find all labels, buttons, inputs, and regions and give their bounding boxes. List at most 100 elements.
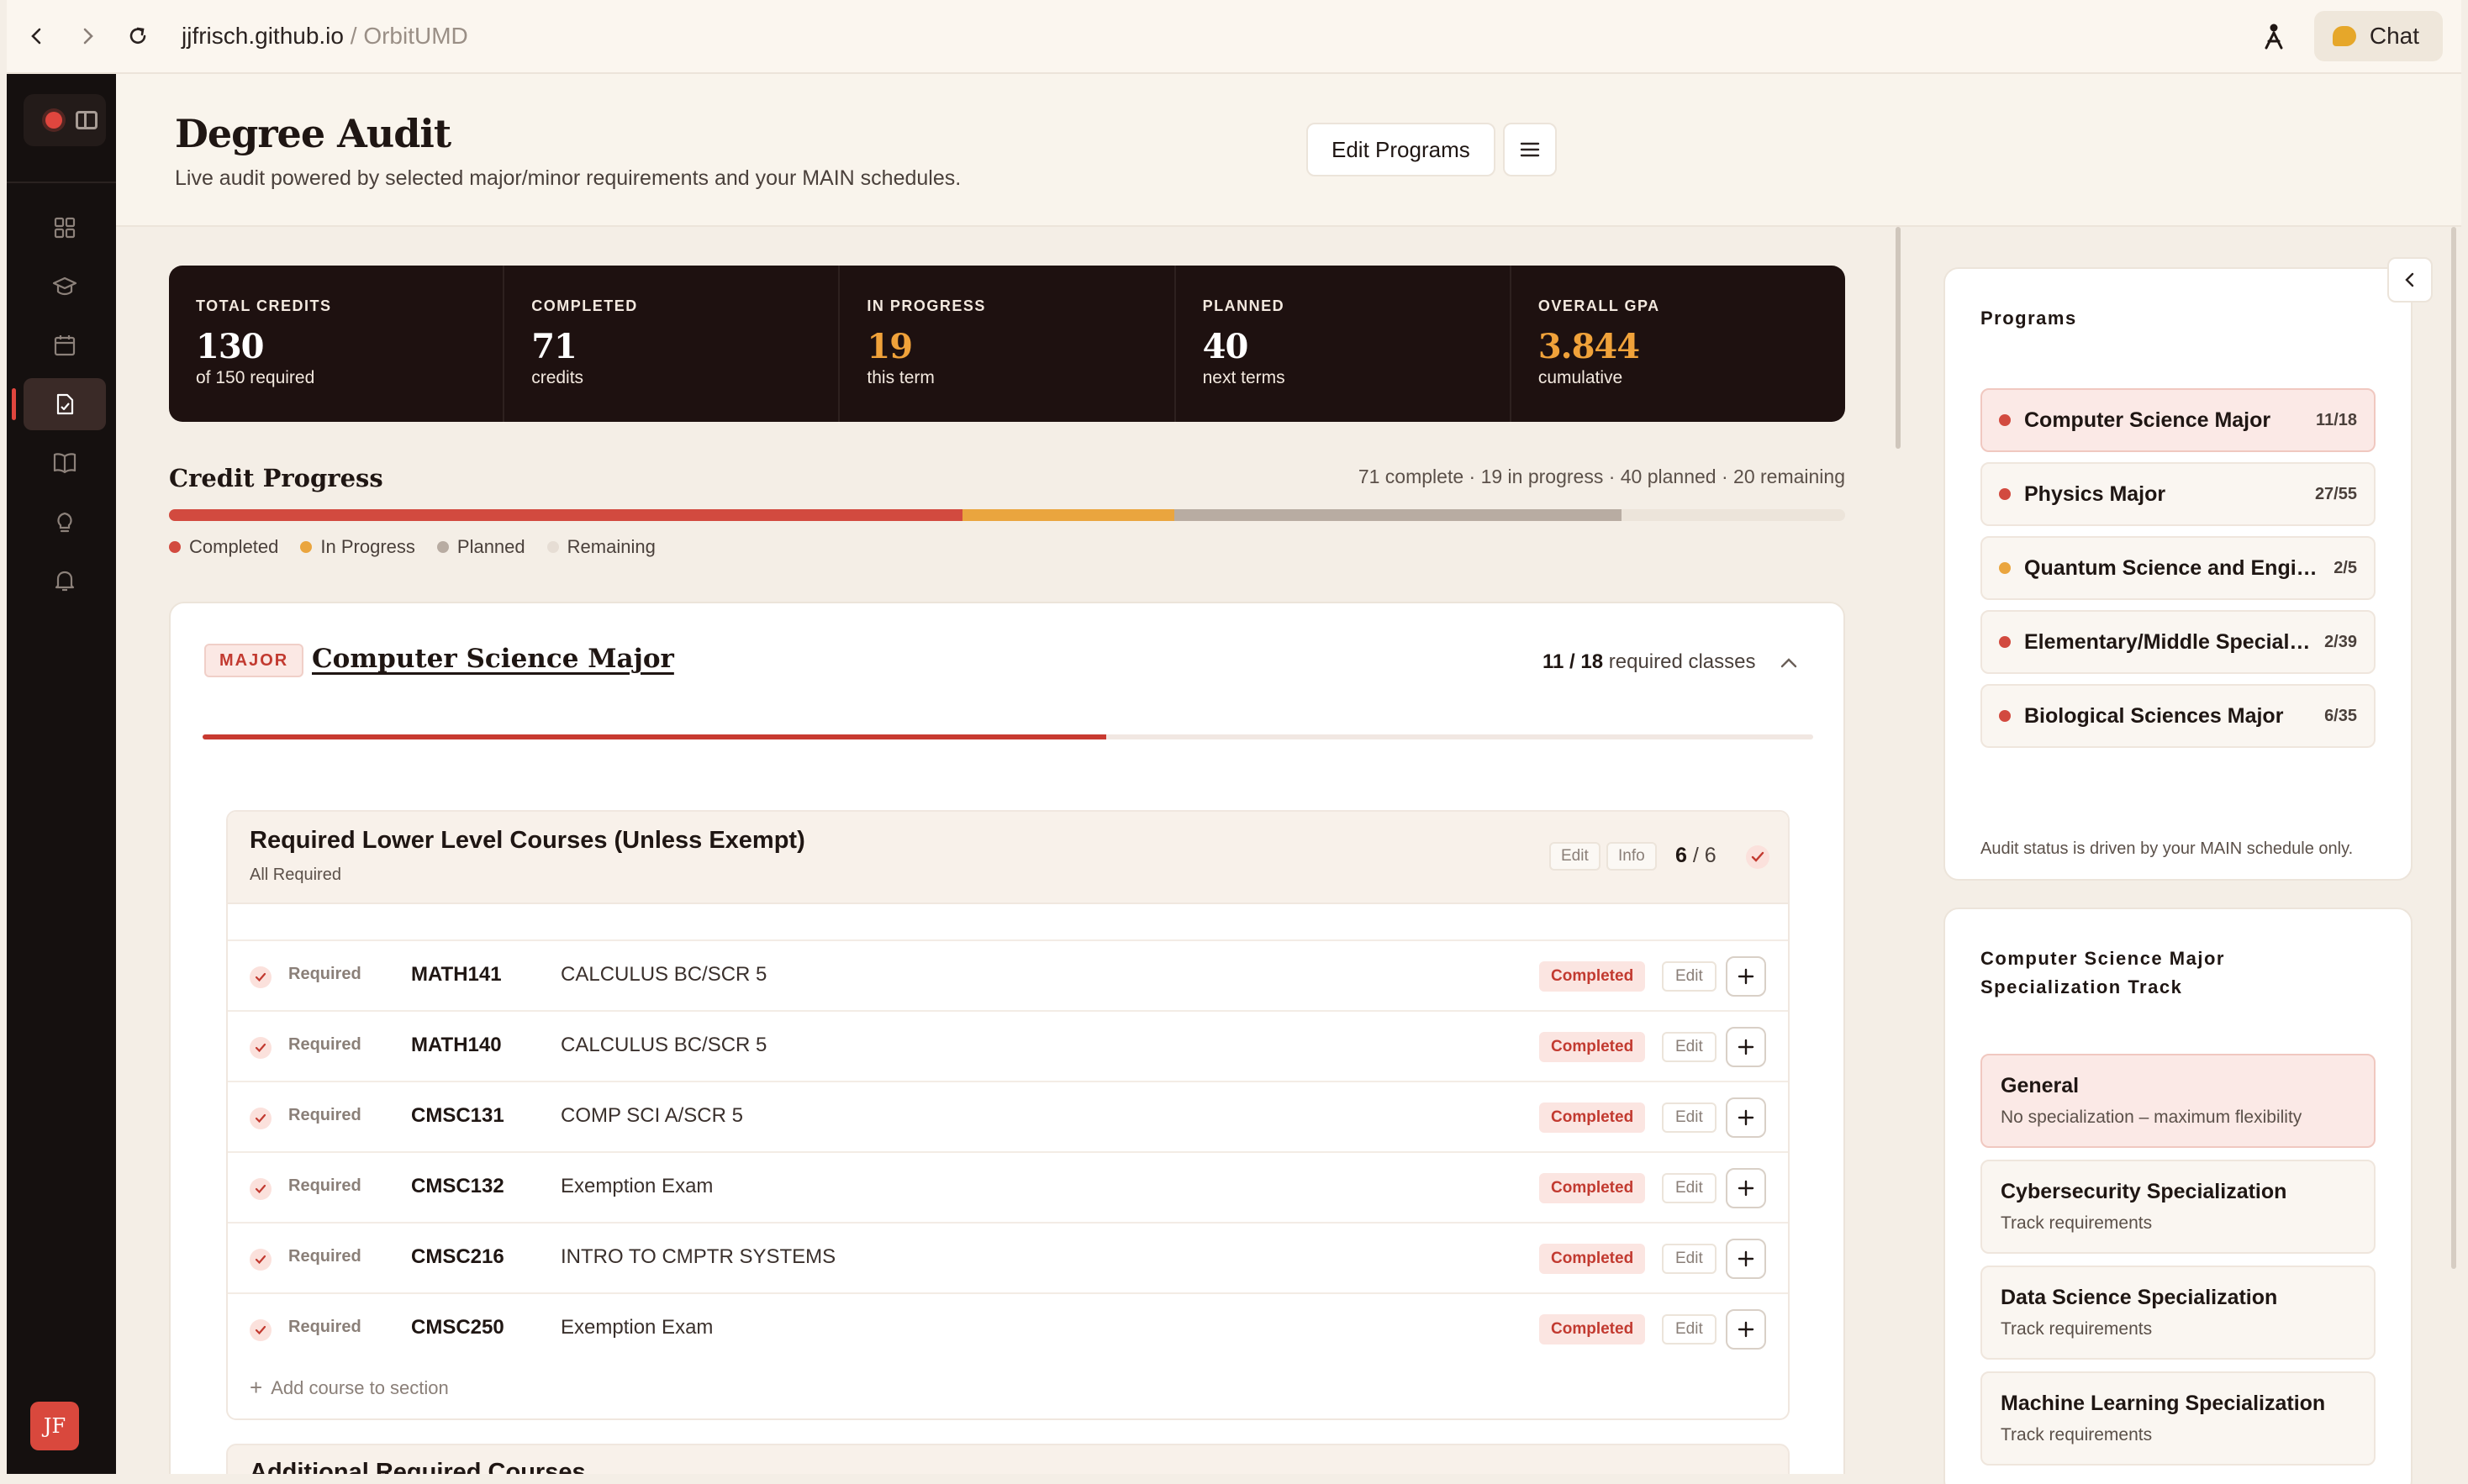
chevron-left-icon [2405, 272, 2414, 287]
stat-value: 71 [531, 327, 577, 366]
legend-label: Completed [189, 536, 279, 557]
sidebar-item-dashboard[interactable] [24, 202, 106, 254]
stat-total-credits: TOTAL CREDITS 130 of 150 required [169, 266, 505, 422]
add-course-button[interactable]: + Add course to section [250, 1375, 449, 1401]
app-logo-icon [45, 112, 62, 129]
stat-value: 3.844 [1537, 327, 1640, 366]
chevron-up-icon [1780, 658, 1797, 668]
status-badge: Completed [1539, 1314, 1646, 1345]
program-item[interactable]: Elementary/Middle Special Education 2/39 [1980, 610, 2376, 674]
course-edit-button[interactable]: Edit [1662, 1102, 1717, 1133]
requirement-type: Required [288, 1035, 361, 1054]
section-count: 6 / 6 [1675, 844, 1717, 868]
course-code: MATH141 [411, 963, 502, 986]
stat-completed: COMPLETED 71 credits [504, 266, 841, 422]
main-scrollbar[interactable] [1896, 227, 1901, 449]
requirement-section: Required Lower Level Courses (Unless Exe… [226, 810, 1790, 1420]
stat-label: COMPLETED [531, 297, 638, 314]
course-edit-button[interactable]: Edit [1662, 961, 1717, 992]
plus-icon [1738, 1039, 1754, 1055]
legend-label: Remaining [567, 536, 656, 557]
course-edit-button[interactable]: Edit [1662, 1244, 1717, 1274]
programs-panel-title: Programs [1980, 308, 2077, 329]
track-option[interactable]: Machine Learning Specialization Track req… [1980, 1371, 2376, 1466]
program-item[interactable]: Biological Sciences Major 6/35 [1980, 684, 2376, 748]
add-to-plan-button[interactable] [1726, 1168, 1766, 1208]
panel-toggle-icon [76, 111, 98, 129]
sidebar-item-suggestions[interactable] [24, 496, 106, 548]
course-row: Required CMSC131 COMP SCI A/SCR 5 Completed… [228, 1081, 1788, 1151]
add-to-plan-button[interactable] [1726, 956, 1766, 997]
plus-icon [1738, 1250, 1754, 1267]
track-name: General [2001, 1074, 2080, 1097]
requirement-type: Required [288, 965, 361, 983]
stat-sub: credits [531, 368, 584, 387]
major-progress-fill [203, 734, 1107, 739]
sidebar-item-programs[interactable] [24, 260, 106, 313]
status-dot [1999, 414, 2011, 426]
course-edit-button[interactable]: Edit [1662, 1173, 1717, 1203]
menu-button[interactable] [1503, 123, 1557, 176]
credit-progress-summary: 71 complete · 19 in progress · 40 planne… [1358, 466, 1845, 487]
course-code: CMSC216 [411, 1245, 504, 1268]
section-title: Additional Required Courses [250, 1459, 586, 1474]
legend-completed: Completed [169, 536, 278, 558]
back-button[interactable] [17, 16, 57, 56]
lightbulb-icon [57, 512, 72, 533]
track-option[interactable]: Data Science Specialization Track require… [1980, 1266, 2376, 1360]
chat-bubble-icon [2332, 26, 2356, 46]
course-row: Required MATH140 CALCULUS BC/SCR 5 Complete… [228, 1010, 1788, 1081]
chat-button[interactable]: Chat [2313, 11, 2443, 61]
book-icon [53, 453, 76, 474]
major-title-link[interactable]: Computer Science Major [312, 644, 674, 674]
stat-label: PLANNED [1202, 297, 1285, 314]
account-button[interactable] [2254, 16, 2294, 56]
main-content[interactable]: TOTAL CREDITS 130 of 150 required COMPLE… [116, 227, 1900, 1474]
sidebar-item-catalog[interactable] [24, 437, 106, 489]
forward-button[interactable] [67, 16, 108, 56]
section-info-button[interactable]: Info [1606, 842, 1657, 871]
progress-segment-planned [1174, 509, 1622, 521]
edit-programs-button[interactable]: Edit Programs [1306, 123, 1495, 176]
program-item[interactable]: Quantum Science and Engineering 2/5 [1980, 536, 2376, 600]
track-name: Cybersecurity Specialization [2001, 1180, 2287, 1203]
add-to-plan-button[interactable] [1726, 1309, 1766, 1350]
plus-icon [1738, 1109, 1754, 1126]
track-option[interactable]: General No specialization – maximum flexi… [1980, 1054, 2376, 1148]
course-edit-button[interactable]: Edit [1662, 1032, 1717, 1062]
credit-progress-legend: Completed In Progress Planned Remaining [169, 536, 678, 558]
status-dot [1999, 562, 2011, 574]
section-complete-icon [1746, 845, 1769, 869]
program-name: Biological Sciences Major [2024, 703, 2284, 728]
major-required-count: 11 / 18 required classes [1542, 650, 1756, 674]
course-code: CMSC131 [411, 1104, 504, 1127]
sidebar-item-degree-audit[interactable] [12, 378, 106, 430]
add-to-plan-button[interactable] [1726, 1239, 1766, 1279]
track-option[interactable]: Cybersecurity Specialization Track requir… [1980, 1160, 2376, 1254]
collapse-panel-button[interactable] [2387, 257, 2433, 303]
right-panel-scrollbar[interactable] [2451, 227, 2456, 1269]
plus-icon: + [250, 1375, 263, 1400]
add-to-plan-button[interactable] [1726, 1027, 1766, 1067]
reload-button[interactable] [118, 16, 158, 56]
track-panel-title: Computer Science Major Specialization Tr… [1980, 945, 2225, 1002]
collapse-major-button[interactable] [1776, 650, 1801, 676]
track-title-line1: Computer Science Major [1980, 948, 2225, 969]
major-progress-bar [203, 734, 1813, 739]
sidebar-item-notifications[interactable] [24, 555, 106, 607]
sidebar-item-schedule[interactable] [24, 319, 106, 371]
add-to-plan-button[interactable] [1726, 1097, 1766, 1138]
user-avatar[interactable]: JF [30, 1402, 79, 1450]
course-code: MATH140 [411, 1034, 502, 1056]
status-badge: Completed [1539, 1244, 1646, 1274]
program-item[interactable]: Physics Major 27/55 [1980, 462, 2376, 526]
address-bar[interactable]: jjfrisch.github.io / OrbitUMD [182, 23, 468, 50]
add-course-label: Add course to section [271, 1376, 449, 1398]
course-edit-button[interactable]: Edit [1662, 1314, 1717, 1345]
program-count: 2/5 [2334, 558, 2357, 577]
sidebar-toggle[interactable] [24, 94, 106, 146]
section-edit-button[interactable]: Edit [1549, 842, 1601, 871]
chevron-right-icon [83, 28, 93, 45]
program-name: Physics Major [2024, 482, 2166, 506]
program-item[interactable]: Computer Science Major 11/18 [1980, 388, 2376, 452]
